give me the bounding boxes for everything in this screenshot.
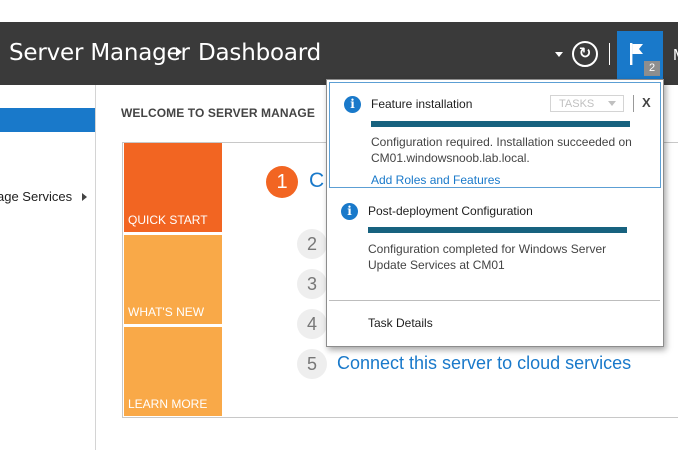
step-number-2: 2 <box>297 229 327 259</box>
tile-whats-new[interactable]: WHAT'S NEW <box>124 235 222 324</box>
add-roles-features-link[interactable]: Add Roles and Features <box>371 173 500 187</box>
notifications-popup: i Feature installation TASKS X Configura… <box>326 79 664 347</box>
chevron-right-icon <box>82 193 87 201</box>
step-link-configure[interactable]: C <box>309 169 324 193</box>
tile-label: QUICK START <box>128 213 208 227</box>
chevron-down-icon <box>608 101 616 106</box>
tile-label: WHAT'S NEW <box>128 305 205 319</box>
notification-message: Configuration required. Installation suc… <box>371 135 632 165</box>
welcome-heading: WELCOME TO SERVER MANAGE <box>121 106 315 120</box>
step-number-3: 3 <box>297 269 327 299</box>
notification-title: Post-deployment Configuration <box>368 204 533 218</box>
breadcrumb-page: Dashboard <box>198 40 321 66</box>
divider <box>329 300 660 301</box>
refresh-icon[interactable]: ↻ <box>572 41 598 67</box>
tasks-label: TASKS <box>559 98 595 110</box>
breadcrumb-arrow-icon <box>176 47 182 57</box>
tile-learn-more[interactable]: LEARN MORE <box>124 327 222 416</box>
step-number-5: 5 <box>297 349 327 379</box>
step-link-connect-cloud[interactable]: Connect this server to cloud services <box>337 353 631 374</box>
notification-item: i Feature installation TASKS X Configura… <box>329 82 661 188</box>
tasks-dropdown[interactable]: TASKS <box>550 95 624 112</box>
close-icon[interactable]: X <box>642 95 651 110</box>
task-details-link[interactable]: Task Details <box>368 316 433 330</box>
progress-bar <box>371 121 630 127</box>
divider <box>633 95 634 112</box>
info-icon: i <box>341 203 358 220</box>
sidebar: age Services <box>0 85 96 450</box>
app-title: Server Manager <box>9 40 190 66</box>
header-bar: Server Manager Dashboard ↻ 2 M <box>0 22 678 85</box>
progress-bar <box>368 227 627 233</box>
info-icon: i <box>344 96 361 113</box>
notification-count-badge: 2 <box>644 61 660 76</box>
notifications-flag-button[interactable]: 2 <box>617 31 663 79</box>
step-number-1: 1 <box>266 166 298 198</box>
sidebar-item-file-storage-services[interactable]: age Services <box>0 189 72 204</box>
chevron-down-icon[interactable] <box>555 52 563 57</box>
notification-title: Feature installation <box>371 97 473 111</box>
notification-message: Configuration completed for Windows Serv… <box>368 242 607 272</box>
step-number-4: 4 <box>297 309 327 339</box>
sidebar-item-dashboard[interactable] <box>0 108 95 132</box>
tile-quick-start[interactable]: QUICK START <box>124 143 222 232</box>
tile-label: LEARN MORE <box>128 397 208 411</box>
header-divider <box>609 43 610 65</box>
header-menu-truncated[interactable]: M <box>673 47 678 65</box>
top-strip <box>0 0 678 22</box>
